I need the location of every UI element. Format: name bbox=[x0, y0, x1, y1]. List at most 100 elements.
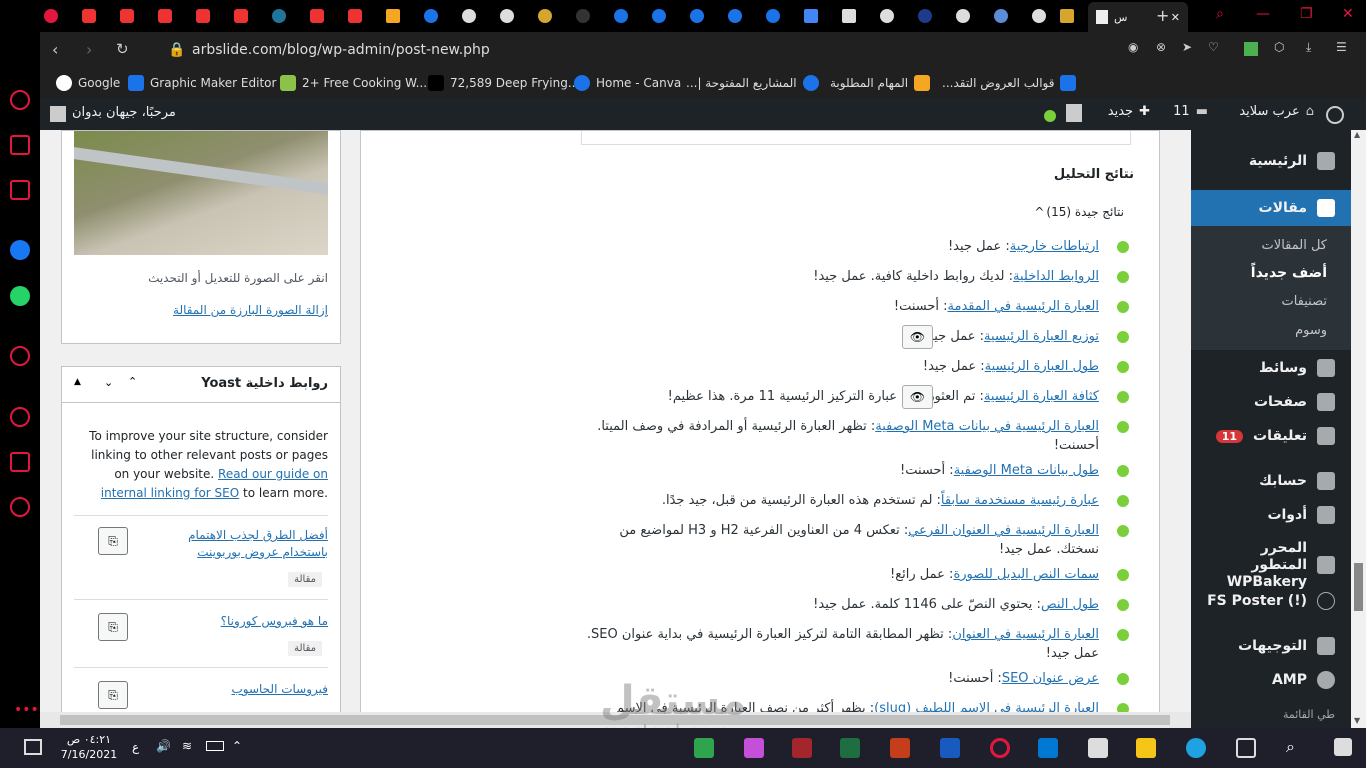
result-link[interactable]: عبارة رئيسية مستخدمة سابقاً bbox=[941, 493, 1099, 508]
menu-icon[interactable]: ☰ bbox=[1336, 40, 1347, 54]
task-view-icon[interactable] bbox=[1236, 738, 1256, 758]
tab[interactable] bbox=[500, 6, 530, 26]
twitch-icon[interactable] bbox=[10, 180, 30, 200]
tab[interactable] bbox=[272, 6, 302, 26]
history-icon[interactable] bbox=[10, 90, 30, 110]
bookmark[interactable]: المشاريع المفتوحة |... bbox=[686, 75, 819, 91]
result-link[interactable]: توزيع العبارة الرئيسية bbox=[984, 329, 1099, 344]
vertical-scrollbar[interactable]: ▲ ▼ bbox=[1351, 130, 1366, 728]
file-explorer-icon[interactable] bbox=[1136, 738, 1156, 758]
copy-link-button[interactable]: ⎘ bbox=[98, 527, 128, 555]
avatar[interactable] bbox=[50, 106, 66, 122]
block-icon[interactable]: ⊗ bbox=[1156, 40, 1166, 54]
menu-posts[interactable]: مقالات bbox=[1191, 190, 1351, 226]
result-link[interactable]: العبارة الرئيسية في العنوان الفرعي bbox=[908, 523, 1099, 538]
notification-icon[interactable] bbox=[24, 739, 42, 755]
messenger-icon[interactable] bbox=[10, 240, 30, 260]
submenu-all-posts[interactable]: كل المقالات bbox=[1191, 238, 1351, 253]
access-icon[interactable] bbox=[792, 738, 812, 758]
bookmark[interactable]: Google bbox=[56, 75, 120, 91]
good-results-toggle[interactable]: نتائج جيدة (15) ^ bbox=[1034, 205, 1124, 219]
mail-icon[interactable] bbox=[1038, 738, 1058, 758]
opera-gx-icon[interactable] bbox=[990, 738, 1010, 758]
highlight-eye-button[interactable]: 👁 bbox=[902, 385, 933, 409]
menu-fs-poster[interactable]: FS Poster (!) bbox=[1191, 584, 1351, 618]
tab[interactable] bbox=[956, 6, 986, 26]
menu-comments[interactable]: 11 تعليقات bbox=[1191, 419, 1351, 453]
tab[interactable] bbox=[1060, 6, 1090, 26]
box-icon[interactable] bbox=[10, 452, 30, 472]
tab[interactable] bbox=[44, 6, 74, 26]
result-link[interactable]: عرض عنوان SEO bbox=[1002, 671, 1099, 686]
tab[interactable] bbox=[386, 6, 416, 26]
menu-directions[interactable]: التوجيهات bbox=[1191, 629, 1351, 663]
tab[interactable] bbox=[652, 6, 682, 26]
featured-image[interactable] bbox=[74, 131, 328, 255]
whatsapp-icon[interactable] bbox=[10, 286, 30, 306]
tab[interactable] bbox=[424, 6, 454, 26]
edge-icon[interactable] bbox=[1186, 738, 1206, 758]
minimize-icon[interactable]: — bbox=[1256, 6, 1270, 22]
word-icon[interactable] bbox=[940, 738, 960, 758]
result-link[interactable]: طول بيانات Meta الوصفية bbox=[954, 463, 1099, 478]
result-link[interactable]: العبارة الرئيسية في بيانات Meta الوصفية bbox=[875, 419, 1099, 434]
comments-link[interactable]: ▬ 11 bbox=[1173, 104, 1208, 119]
chevron-up-icon[interactable]: ⌃ bbox=[232, 739, 242, 753]
paint-icon[interactable] bbox=[744, 738, 764, 758]
tab[interactable] bbox=[842, 6, 872, 26]
result-link[interactable]: العبارة الرئيسية في المقدمة bbox=[948, 299, 1099, 314]
menu-pages[interactable]: صفحات bbox=[1191, 385, 1351, 419]
wordpress-logo-icon[interactable] bbox=[1326, 106, 1344, 124]
submenu-categories[interactable]: تصنيفات bbox=[1191, 294, 1351, 309]
bookmark[interactable]: Home - Canva bbox=[574, 75, 681, 91]
battery-icon[interactable] bbox=[206, 741, 224, 751]
new-tab-button[interactable]: + bbox=[1156, 6, 1169, 25]
tab[interactable] bbox=[348, 6, 378, 26]
greeting[interactable]: مرحبًا، جيهان بدوان bbox=[72, 105, 176, 120]
more-icon[interactable]: ••• bbox=[14, 702, 39, 718]
menu-home[interactable]: الرئيسية bbox=[1191, 144, 1351, 178]
search-tabs-icon[interactable]: ⌕ bbox=[1216, 6, 1224, 22]
suggested-post-link[interactable]: ما هو فيروس كورونا؟ bbox=[168, 613, 328, 630]
tab[interactable] bbox=[120, 6, 150, 26]
copy-link-button[interactable]: ⎘ bbox=[98, 681, 128, 709]
heart-icon[interactable]: ♡ bbox=[1208, 40, 1219, 54]
copy-link-button[interactable]: ⎘ bbox=[98, 613, 128, 641]
move-down-icon[interactable]: ⌄ bbox=[104, 376, 113, 389]
download-icon[interactable]: ⤓ bbox=[1306, 40, 1311, 55]
close-window-icon[interactable]: ✕ bbox=[1342, 6, 1354, 22]
highlight-eye-button[interactable]: 👁 bbox=[902, 325, 933, 349]
menu-media[interactable]: وسائط bbox=[1191, 351, 1351, 385]
collapse-icon[interactable]: ⌃ bbox=[128, 375, 137, 388]
back-icon[interactable]: ‹ bbox=[52, 40, 58, 59]
excel-icon[interactable] bbox=[840, 738, 860, 758]
yoast-icon[interactable] bbox=[1066, 104, 1082, 122]
tab[interactable] bbox=[82, 6, 112, 26]
cube-icon[interactable]: ⬡ bbox=[1274, 40, 1284, 54]
wifi-icon[interactable]: ≋ bbox=[182, 739, 192, 753]
menu-tools[interactable]: أدوات bbox=[1191, 498, 1351, 532]
close-tab-icon[interactable]: ✕ bbox=[1171, 11, 1180, 24]
result-link[interactable]: ارتباطات خارجية bbox=[1010, 239, 1099, 254]
tab[interactable] bbox=[614, 6, 644, 26]
result-link[interactable]: طول العبارة الرئيسية bbox=[985, 359, 1099, 374]
clock[interactable]: ٠٤:٢١ ص 7/16/2021 bbox=[54, 732, 124, 762]
tab[interactable] bbox=[310, 6, 340, 26]
tab[interactable] bbox=[994, 6, 1024, 26]
result-link[interactable]: سمات النص البديل للصورة bbox=[953, 567, 1099, 582]
submenu-add-new[interactable]: أضف جديداً bbox=[1191, 265, 1351, 281]
language-indicator[interactable]: ع bbox=[132, 740, 139, 754]
tab[interactable] bbox=[766, 6, 796, 26]
menu-profile[interactable]: حسابك bbox=[1191, 464, 1351, 498]
tab[interactable] bbox=[728, 6, 758, 26]
menu-wpbakery[interactable]: المحرر المتطور WPBakery bbox=[1191, 540, 1351, 590]
suggested-post-link[interactable]: أفضل الطرق لجذب الاهتمام باستخدام عروض ب… bbox=[168, 527, 328, 561]
tab[interactable] bbox=[538, 6, 568, 26]
bookmark[interactable]: 2+ Free Cooking W... bbox=[280, 75, 427, 91]
tab[interactable] bbox=[690, 6, 720, 26]
bookmark[interactable]: Graphic Maker Editor bbox=[128, 75, 276, 91]
settings-icon[interactable] bbox=[10, 497, 30, 517]
move-up-icon[interactable]: ▲ bbox=[74, 377, 81, 387]
site-name-link[interactable]: ⌂ عرب سلايد bbox=[1239, 104, 1314, 119]
tab[interactable] bbox=[462, 6, 492, 26]
